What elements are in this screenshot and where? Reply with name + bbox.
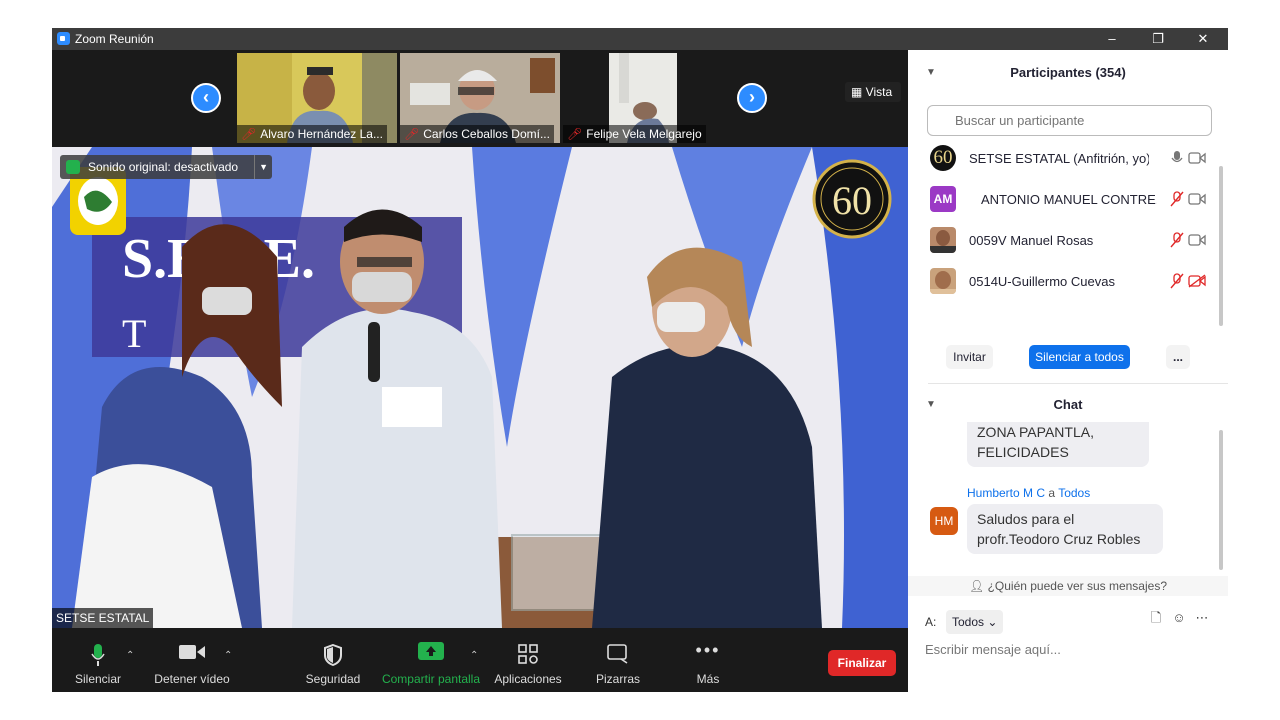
chevron-down-icon[interactable]: ▼ [254,155,272,179]
chat-message: Saludos para el profr.Teodoro Cruz Roble… [967,504,1163,554]
chevron-right-icon: › [749,87,755,107]
mute-options-chevron-icon[interactable]: ⌃ [126,650,134,661]
title-bar: Zoom Reunión – ❐ ✕ [52,28,1228,50]
collapse-chevron-icon[interactable]: ▼ [926,53,936,93]
video-camera-icon[interactable] [1188,233,1206,247]
muted-mic-icon[interactable] [1169,273,1185,289]
participants-scrollbar[interactable] [1219,166,1223,326]
microphone-icon [91,644,105,666]
participant-row[interactable]: 0059V Manuel Rosas [928,221,1218,262]
video-off-icon[interactable] [1188,274,1206,288]
share-options-chevron-icon[interactable]: ⌃ [470,650,478,661]
participant-row[interactable]: 60 SETSE ESTATAL (Anfitrión, yo) [928,139,1218,180]
minimize-button[interactable]: – [1089,28,1135,50]
more-button[interactable]: ••• Más [682,628,734,692]
mute-all-button[interactable]: Silenciar a todos [1029,345,1130,369]
speaker-name-label: SETSE ESTATAL [52,608,154,628]
chevron-left-icon: ‹ [203,87,209,107]
security-button[interactable]: Seguridad [302,628,364,692]
emoji-icon[interactable]: ☺︎ [1170,609,1188,627]
video-options-chevron-icon[interactable]: ⌃ [224,650,232,661]
muted-mic-icon[interactable] [1169,191,1185,207]
zoom-window: Zoom Reunión – ❐ ✕ ‹ 🎤︎ Alvaro Hernández … [52,28,1228,692]
video-camera-icon[interactable] [1188,151,1206,165]
avatar: AM [930,186,956,212]
video-thumbnail[interactable]: 🎤︎ Felipe Vela Melgarejo [563,53,723,143]
video-camera-icon [179,645,205,659]
original-sound-badge[interactable]: Sonido original: desactivado ▼ [60,155,273,179]
chat-message-input[interactable]: Escribir mensaje aquí... [925,635,1215,665]
avatar: HM [930,507,958,535]
share-screen-icon [418,642,444,660]
meeting-toolbar: Silenciar ⌃ Detener vídeo ⌃ Seguridad Co… [52,628,908,692]
view-button[interactable]: ▦ Vista [845,82,901,102]
apps-icon [518,644,538,664]
shield-check-icon [66,160,80,174]
close-button[interactable]: ✕ [1180,28,1226,50]
avatar [930,268,956,294]
participant-row[interactable]: 0514U-Guillermo Cuevas [928,262,1218,303]
chat-scrollbar[interactable] [1219,430,1223,570]
side-panel: ▼ Participantes (354) 60 SETSE ESTATAL (… [908,50,1228,692]
chevron-down-icon: ⌄ [987,615,998,629]
more-dots-icon[interactable]: ⋯ [1193,609,1211,627]
muted-mic-icon[interactable] [1169,232,1185,248]
avatar [930,227,956,253]
next-page-button[interactable]: › [737,83,767,113]
video-camera-icon[interactable] [1188,192,1206,206]
participants-header: ▼ Participantes (354) [908,53,1228,93]
collapse-chevron-icon[interactable]: ▼ [926,385,936,425]
divider [928,383,1228,384]
muted-mic-icon: 🎤︎ [241,127,257,141]
window-title: Zoom Reunión [75,32,154,46]
chat-message: ZONA PAPANTLA, FELICIDADES [967,422,1149,467]
thumbnail-strip: ‹ 🎤︎ Alvaro Hernández La... 🎤︎ Carlos Ce… [52,50,908,147]
microphone-icon[interactable] [1169,150,1185,166]
active-speaker-video: S.E.S.E. T [52,147,908,628]
chat-sender: Humberto M C a Todos [967,486,1091,500]
stop-video-button[interactable]: Detener vídeo [152,628,232,692]
participant-name-label: 🎤︎ Carlos Ceballos Domí... [400,125,554,143]
participant-name: 0514U-Guillermo Cuevas [969,274,1115,289]
prev-page-button[interactable]: ‹ [191,83,221,113]
video-thumbnail[interactable]: 🎤︎ Carlos Ceballos Domí... [400,53,560,143]
participant-name: SETSE ESTATAL (Anfitrión, yo) [969,151,1149,166]
who-can-see-link[interactable]: 👤︎ ¿Quién puede ver sus mensajes? [908,576,1228,596]
participant-name-label: 🎤︎ Alvaro Hernández La... [237,125,387,143]
apps-button[interactable]: Aplicaciones [490,628,566,692]
speaker-video-scene: S.E.S.E. T [52,147,908,628]
end-meeting-button[interactable]: Finalizar [828,650,896,676]
participant-search-input[interactable] [927,105,1212,136]
anniversary-number: 60 [832,178,872,223]
participant-name-label: 🎤︎ Felipe Vela Melgarejo [563,125,706,143]
grid-icon: ▦ [851,85,866,99]
whiteboard-icon [607,644,628,664]
muted-mic-icon: 🎤︎ [567,127,583,141]
person-icon: 👤︎ [968,579,988,593]
recipient-select[interactable]: Todos ⌄ [946,610,1003,634]
avatar: 60 [930,145,956,171]
chat-header: ▼ Chat [908,385,1228,425]
video-thumbnail[interactable]: 🎤︎ Alvaro Hernández La... [237,53,397,143]
more-dots-icon: ••• [695,640,721,660]
svg-text:T: T [122,311,146,356]
participants-more-button[interactable]: ... [1166,345,1190,369]
invite-button[interactable]: Invitar [946,345,993,369]
file-icon[interactable]: 🗋︎ [1147,609,1165,627]
participant-row[interactable]: AM ANTONIO MANUEL CONTRE... [928,180,1218,221]
whiteboards-button[interactable]: Pizarras [588,628,648,692]
mute-button[interactable]: Silenciar [68,628,128,692]
video-area: ‹ 🎤︎ Alvaro Hernández La... 🎤︎ Carlos Ce… [52,50,908,628]
recipient-label: A: [925,615,937,629]
shield-icon [324,644,342,666]
participant-name: ANTONIO MANUEL CONTRE... [981,192,1157,207]
zoom-logo-icon [57,32,70,45]
muted-mic-icon: 🎤︎ [404,127,420,141]
share-screen-button[interactable]: Compartir pantalla [378,628,484,692]
participant-name: 0059V Manuel Rosas [969,233,1094,248]
maximize-button[interactable]: ❐ [1135,28,1181,50]
